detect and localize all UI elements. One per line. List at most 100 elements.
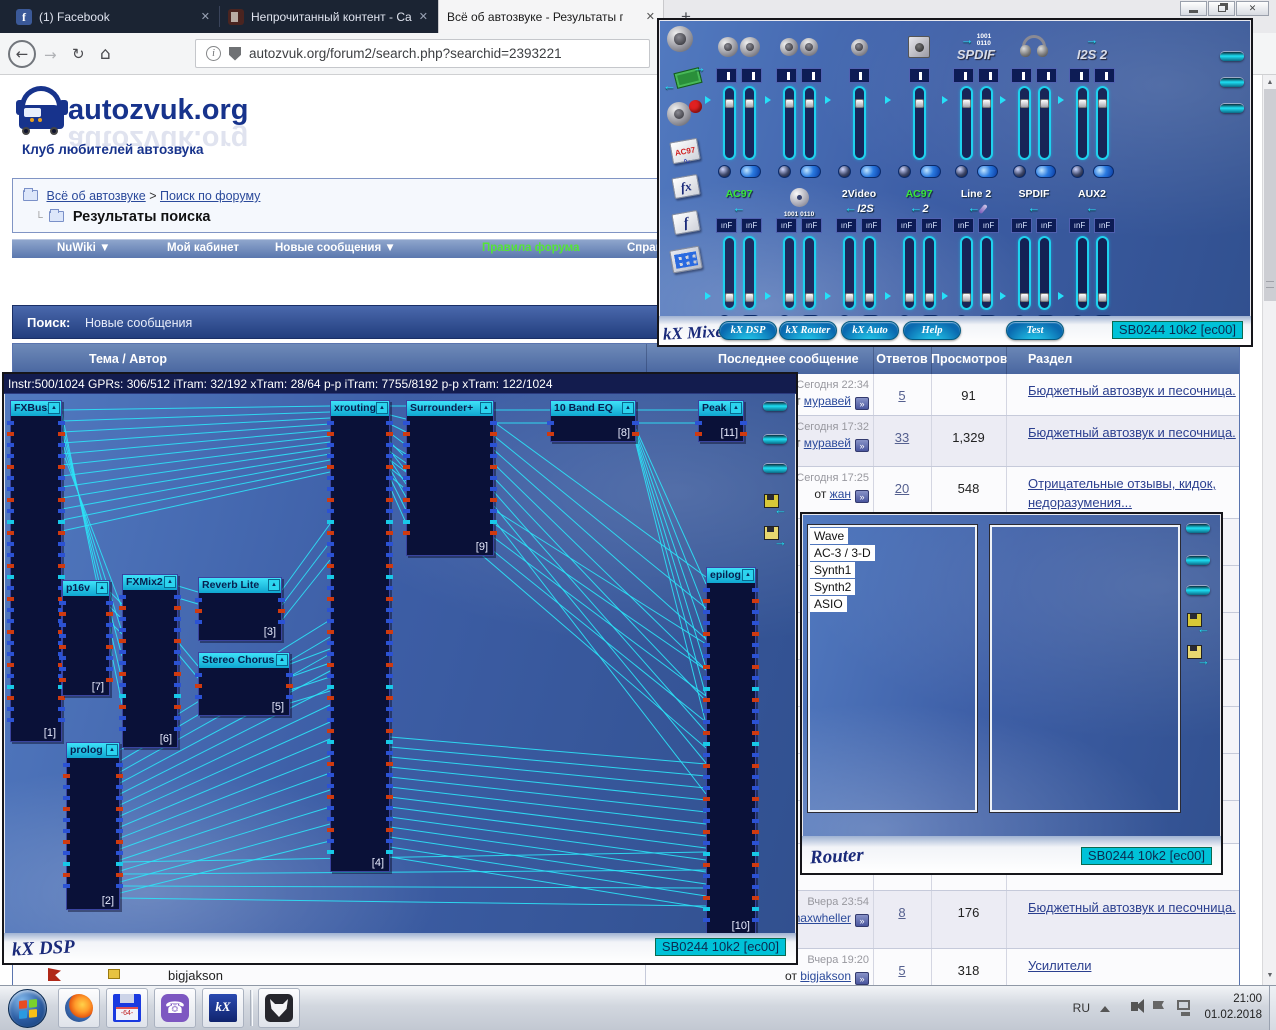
input-pin[interactable] bbox=[59, 634, 66, 638]
output-pin[interactable] bbox=[58, 553, 65, 557]
output-pin[interactable] bbox=[752, 907, 759, 911]
goto-post-button[interactable]: » bbox=[855, 490, 869, 503]
input-pin[interactable] bbox=[327, 564, 334, 568]
stereo-link-button[interactable] bbox=[977, 165, 998, 178]
input-pin[interactable] bbox=[327, 432, 334, 436]
output-pin[interactable] bbox=[58, 575, 65, 579]
output-pin[interactable] bbox=[752, 654, 759, 658]
output-pin[interactable] bbox=[58, 696, 65, 700]
taskbar-viber-button[interactable]: ☎ bbox=[154, 988, 196, 1028]
load-preset-icon[interactable]: → bbox=[764, 526, 790, 550]
input-pin[interactable] bbox=[59, 667, 66, 671]
page-scrollbar[interactable]: ▲ ▼ bbox=[1262, 75, 1276, 985]
tab-close-icon[interactable]: ✕ bbox=[646, 10, 655, 23]
input-pin[interactable] bbox=[7, 531, 14, 535]
output-pin[interactable] bbox=[752, 918, 759, 922]
output-pin[interactable] bbox=[490, 465, 497, 469]
block-collapse-button[interactable]: ▲ bbox=[164, 576, 176, 588]
output-pin[interactable] bbox=[752, 797, 759, 801]
input-pin[interactable] bbox=[119, 639, 126, 643]
output-pin[interactable] bbox=[386, 828, 393, 832]
input-pin[interactable] bbox=[7, 586, 14, 590]
input-pin[interactable] bbox=[327, 575, 334, 579]
output-pin[interactable] bbox=[116, 796, 123, 800]
input-pin[interactable] bbox=[7, 542, 14, 546]
dsp-block-reverb-lite[interactable]: Reverb Lite▲[3] bbox=[198, 577, 282, 641]
goto-post-button[interactable]: » bbox=[855, 439, 869, 452]
volume-slider[interactable] bbox=[1038, 236, 1051, 310]
output-pin[interactable] bbox=[386, 608, 393, 612]
input-pin[interactable] bbox=[403, 520, 410, 524]
minimize-button[interactable] bbox=[1180, 1, 1207, 16]
ac97-source-icon[interactable]: AC97∿ bbox=[667, 138, 707, 172]
input-pin[interactable] bbox=[7, 476, 14, 480]
slider-thumb[interactable] bbox=[982, 293, 991, 302]
input-pin[interactable] bbox=[63, 884, 70, 888]
output-pin[interactable] bbox=[58, 465, 65, 469]
output-pin[interactable] bbox=[386, 443, 393, 447]
mute-led[interactable] bbox=[1013, 165, 1026, 178]
input-pin[interactable] bbox=[703, 698, 710, 702]
input-pin[interactable] bbox=[195, 598, 202, 602]
input-pin[interactable] bbox=[703, 907, 710, 911]
output-pin[interactable] bbox=[278, 620, 285, 624]
scroll-up-icon[interactable]: ▲ bbox=[1263, 76, 1276, 89]
mixer-window-pill-2[interactable] bbox=[1220, 78, 1244, 87]
input-pin[interactable] bbox=[7, 509, 14, 513]
slider-thumb[interactable] bbox=[855, 99, 864, 108]
output-pin[interactable] bbox=[386, 696, 393, 700]
input-pin[interactable] bbox=[703, 819, 710, 823]
input-pin[interactable] bbox=[7, 421, 14, 425]
block-collapse-button[interactable]: ▲ bbox=[268, 579, 280, 591]
mixer-window-pill-1[interactable] bbox=[1220, 52, 1244, 61]
output-pin[interactable] bbox=[490, 476, 497, 480]
section-link[interactable]: Усилители bbox=[1028, 956, 1091, 975]
block-collapse-button[interactable]: ▲ bbox=[96, 582, 108, 594]
output-pin[interactable] bbox=[106, 612, 113, 616]
input-pin[interactable] bbox=[327, 762, 334, 766]
dsp-block-stereo-chorus[interactable]: Stereo Chorus▲[5] bbox=[198, 652, 290, 716]
output-pin[interactable] bbox=[174, 595, 181, 599]
slider-thumb[interactable] bbox=[725, 293, 734, 302]
input-pin[interactable] bbox=[195, 695, 202, 699]
output-pin[interactable] bbox=[752, 830, 759, 834]
input-pin[interactable] bbox=[63, 862, 70, 866]
output-pin[interactable] bbox=[278, 609, 285, 613]
input-pin[interactable] bbox=[703, 643, 710, 647]
input-pin[interactable] bbox=[327, 685, 334, 689]
output-pin[interactable] bbox=[58, 421, 65, 425]
mixer-window-pill-3[interactable] bbox=[1220, 104, 1244, 113]
output-pin[interactable] bbox=[386, 806, 393, 810]
input-pin[interactable] bbox=[703, 852, 710, 856]
input-pin[interactable] bbox=[7, 443, 14, 447]
input-pin[interactable] bbox=[703, 874, 710, 878]
input-pin[interactable] bbox=[703, 676, 710, 680]
save-preset-icon[interactable]: ← bbox=[1187, 613, 1213, 637]
input-pin[interactable] bbox=[7, 564, 14, 568]
output-pin[interactable] bbox=[386, 652, 393, 656]
input-pin[interactable] bbox=[63, 763, 70, 767]
input-pin[interactable] bbox=[703, 830, 710, 834]
dsp-block-prolog[interactable]: prolog▲[2] bbox=[66, 742, 120, 910]
output-pin[interactable] bbox=[116, 774, 123, 778]
input-pin[interactable] bbox=[195, 609, 202, 613]
block-collapse-button[interactable]: ▲ bbox=[276, 654, 288, 666]
input-pin[interactable] bbox=[703, 808, 710, 812]
input-pin[interactable] bbox=[327, 421, 334, 425]
input-pin[interactable] bbox=[327, 663, 334, 667]
input-pin[interactable] bbox=[59, 612, 66, 616]
mixer-button-help[interactable]: Help bbox=[903, 321, 961, 340]
input-pin[interactable] bbox=[327, 619, 334, 623]
input-pin[interactable] bbox=[327, 630, 334, 634]
input-pin[interactable] bbox=[7, 553, 14, 557]
input-pin[interactable] bbox=[7, 663, 14, 667]
output-pin[interactable] bbox=[632, 432, 639, 436]
output-pin[interactable] bbox=[278, 598, 285, 602]
mixer-button-kx-router[interactable]: kX Router bbox=[779, 321, 837, 340]
input-pin[interactable] bbox=[63, 840, 70, 844]
volume-slider[interactable] bbox=[960, 236, 973, 310]
input-pin[interactable] bbox=[703, 709, 710, 713]
input-pin[interactable] bbox=[327, 718, 334, 722]
input-pin[interactable] bbox=[119, 628, 126, 632]
output-pin[interactable] bbox=[752, 874, 759, 878]
